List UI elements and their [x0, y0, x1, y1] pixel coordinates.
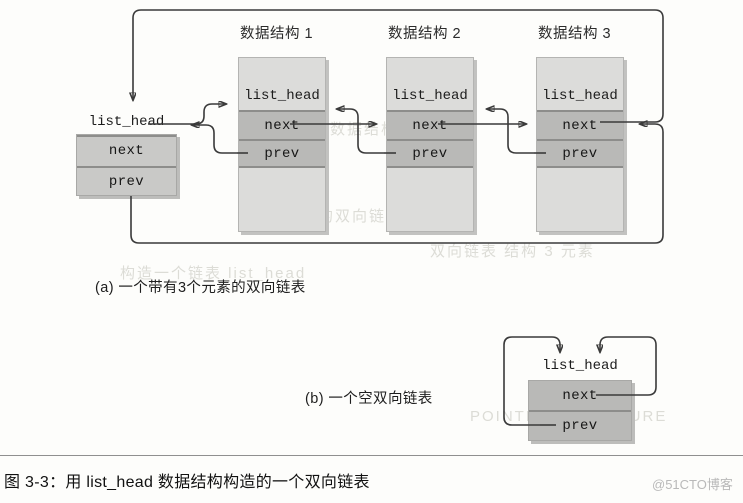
wire-ds3-prev-to-ds2 [487, 109, 534, 154]
figure-caption: 图 3-3：用 list_head 数据结构构造的一个双向链表 [4, 474, 370, 491]
bleed-text-2: 双向链表 结构 3 元素 [430, 243, 595, 260]
node-3-field-prev: prev [537, 139, 623, 168]
head-field-prev: prev [77, 166, 176, 195]
node-1-field-next: next [239, 110, 325, 139]
figure-divider [0, 455, 743, 456]
node-3-title: 数据结构 3 [538, 26, 612, 42]
node-2-field-next: next [387, 110, 473, 139]
empty-head-field-prev: prev [529, 410, 631, 440]
figure-page: 数据结构的双向链表元素 构造一个链表 list_head 双向链表 结构 3 元… [0, 0, 743, 503]
node-3-field-next: next [537, 110, 623, 139]
empty-head-field-next: next [529, 381, 631, 410]
caption-part-b: (b) 一个空双向链表 [305, 391, 433, 407]
wire-ds1-prev-to-head-next [192, 125, 237, 154]
node-1-field-prev: prev [239, 139, 325, 168]
empty-head-list-head-label: list_head [542, 358, 618, 374]
head-list-head-label: list_head [88, 114, 165, 130]
watermark: @51CTO博客 [652, 477, 733, 492]
node-1-title: 数据结构 1 [240, 26, 314, 42]
node-2-list-head-label: list_head [392, 88, 468, 104]
wire-head-next-to-ds1 [177, 104, 226, 125]
head-field-next: next [77, 135, 176, 165]
node-2-title: 数据结构 2 [388, 26, 462, 42]
node-3-list-head-label: list_head [542, 88, 618, 104]
node-1-list-head-label: list_head [244, 88, 320, 104]
caption-part-a: (a) 一个带有3个元素的双向链表 [95, 280, 306, 296]
node-2-field-prev: prev [387, 139, 473, 168]
wire-ds2-prev-to-ds1 [337, 109, 384, 154]
